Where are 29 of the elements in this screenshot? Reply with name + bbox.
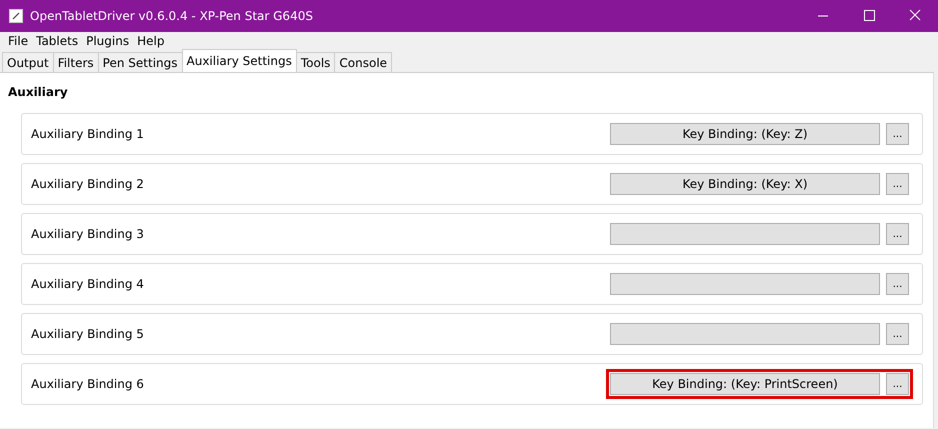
menu-item[interactable]: File xyxy=(4,34,32,48)
tab[interactable]: Pen Settings xyxy=(98,52,183,72)
binding-button[interactable] xyxy=(610,223,880,245)
binding-label: Auxiliary Binding 5 xyxy=(31,327,145,341)
window-title: OpenTabletDriver v0.6.0.4 - XP-Pen Star G640S xyxy=(30,9,314,23)
menu-item[interactable]: Plugins xyxy=(82,34,134,48)
more-button[interactable]: ... xyxy=(886,123,909,145)
more-button[interactable]: ... xyxy=(886,173,909,195)
binding-label: Auxiliary Binding 6 xyxy=(31,377,145,391)
app-icon xyxy=(9,9,23,23)
binding-label: Auxiliary Binding 3 xyxy=(31,227,145,241)
more-button[interactable]: ... xyxy=(886,223,909,245)
more-button[interactable]: ... xyxy=(886,323,909,345)
tab[interactable]: Output xyxy=(2,52,54,72)
binding-button[interactable]: Key Binding: (Key: X) xyxy=(610,173,880,195)
binding-label: Auxiliary Binding 4 xyxy=(31,277,145,291)
binding-label: Auxiliary Binding 1 xyxy=(31,127,145,141)
binding-button[interactable]: Key Binding: (Key: Z) xyxy=(610,123,880,145)
menu-item[interactable]: Help xyxy=(133,34,168,48)
binding-button[interactable] xyxy=(610,323,880,345)
binding-label: Auxiliary Binding 2 xyxy=(31,177,145,191)
tab[interactable]: Auxiliary Settings xyxy=(182,49,297,72)
section-title: Auxiliary xyxy=(8,85,69,99)
more-button[interactable]: ... xyxy=(886,373,909,395)
tab[interactable]: Console xyxy=(334,52,392,72)
binding-button[interactable] xyxy=(610,273,880,295)
binding-button[interactable]: Key Binding: (Key: PrintScreen) xyxy=(610,373,880,395)
menu-item[interactable]: Tablets xyxy=(32,34,82,48)
more-button[interactable]: ... xyxy=(886,273,909,295)
